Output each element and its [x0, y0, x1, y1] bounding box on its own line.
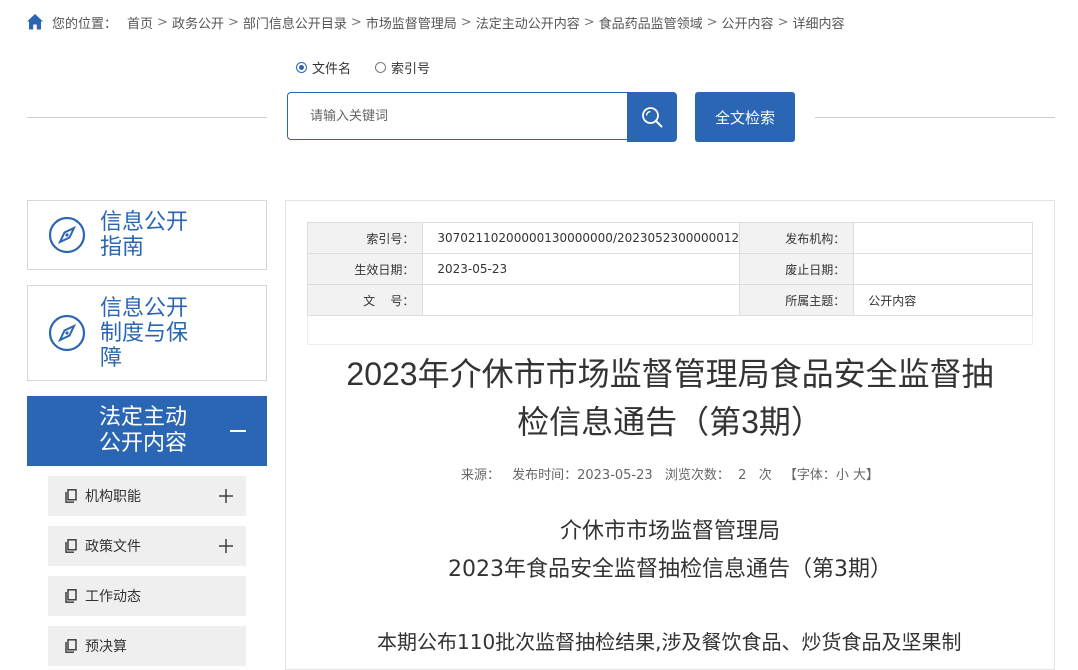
article-body-first-line: 本期公布110批次监督抽检结果,涉及餐饮食品、炒货食品及坚果制	[377, 630, 962, 654]
sub-item-policy-label: 政策文件	[85, 539, 141, 555]
radio-filename-dot[interactable]	[296, 62, 307, 73]
sidebar-item-system-line1: 信息公开	[100, 295, 189, 321]
article-title-line1: 2023年介休市市场监督管理局食品安全监督抽	[346, 356, 994, 392]
expand-plus-icon[interactable]	[219, 489, 233, 503]
radio-filename-label: 文件名	[312, 62, 352, 77]
breadcrumb-market-bureau[interactable]: 市场监督管理局	[366, 13, 457, 32]
breadcrumb-gov-affairs[interactable]: 政务公开	[172, 13, 224, 32]
sidebar-item-statutory-active[interactable]: 法定主动 公开内容	[27, 396, 267, 466]
radio-index-no[interactable]: 索引号	[375, 58, 430, 77]
article-views: 浏览次数： 2 次	[664, 468, 772, 483]
meta-row: 生效日期： 2023-05-23 废止日期：	[306, 253, 1033, 285]
home-icon	[27, 14, 43, 30]
sidebar-item-guide[interactable]: 信息公开 指南	[27, 200, 267, 270]
sidebar-item-system-line3: 障	[100, 345, 123, 371]
meta-value-expiry	[853, 253, 1033, 285]
collapse-icon[interactable]	[230, 430, 246, 432]
sidebar-item-guide-label: 信息公开 指南	[100, 210, 188, 260]
sidebar-item-system-line2: 制度与保	[100, 320, 189, 346]
meta-key-index: 索引号：	[306, 222, 424, 254]
sub-item-policy[interactable]: 政策文件	[48, 526, 246, 566]
radio-index-no-label: 索引号	[391, 62, 431, 77]
breadcrumb-separator: >	[227, 14, 239, 30]
document-icon	[65, 539, 77, 553]
search-input[interactable]	[308, 93, 612, 139]
document-icon	[65, 589, 77, 603]
sidebar-item-statutory-line2: 公开内容	[99, 431, 188, 456]
breadcrumb-dept-catalog[interactable]: 部门信息公开目录	[243, 13, 347, 32]
sub-item-budget[interactable]: 预决算	[48, 626, 246, 666]
sub-item-work-news-label: 工作动态	[85, 589, 141, 605]
breadcrumb-food-drug[interactable]: 食品药品监管领域	[599, 13, 703, 32]
breadcrumb-label: 您的位置：	[52, 16, 118, 32]
fulltext-search-button[interactable]: 全文检索	[695, 92, 795, 142]
search-button[interactable]	[627, 92, 677, 142]
search-box	[287, 92, 627, 140]
divider-right	[815, 117, 1055, 118]
breadcrumb-separator: >	[777, 14, 789, 30]
meta-key-publisher: 发布机构：	[739, 222, 855, 254]
divider-left	[27, 117, 267, 118]
breadcrumb-public-content[interactable]: 公开内容	[722, 13, 774, 32]
breadcrumb: 您的位置： 首页 > 政务公开 > 部门信息公开目录 > 市场监督管理局 > 法…	[26, 12, 844, 32]
meta-key-topic: 所属主题：	[739, 284, 855, 316]
radio-index-no-dot[interactable]	[375, 62, 387, 73]
meta-table: 索引号： 30702110200000130000000/20230523000…	[306, 222, 1033, 316]
meta-row: 索引号： 30702110200000130000000/20230523000…	[306, 222, 1033, 254]
article-source: 来源：	[460, 468, 500, 483]
expand-plus-icon[interactable]	[219, 539, 233, 553]
sidebar-item-guide-line2: 指南	[100, 235, 145, 260]
article-title-line2: 检信息通告（第3期）	[517, 404, 823, 440]
meta-key-expiry: 废止日期：	[739, 253, 855, 285]
meta-value-effective: 2023-05-23	[422, 253, 741, 285]
search-icon	[642, 107, 663, 128]
search-type-group: 文件名 索引号	[296, 58, 454, 77]
font-size-toggle[interactable]: 【字体：小 大】	[784, 468, 879, 483]
breadcrumb-statutory[interactable]: 法定主动公开内容	[476, 13, 580, 32]
meta-value-docno	[422, 284, 741, 316]
sidebar-item-statutory-label: 法定主动 公开内容	[99, 405, 187, 457]
compass-icon	[48, 314, 86, 352]
sidebar-item-statutory-line1: 法定主动	[99, 405, 188, 430]
breadcrumb-separator: >	[706, 14, 718, 30]
breadcrumb-separator: >	[157, 14, 168, 30]
breadcrumb-separator: >	[460, 14, 472, 30]
sub-item-budget-label: 预决算	[85, 639, 127, 655]
article-title: 2023年介休市市场监督管理局食品安全监督抽 检信息通告（第3期）	[307, 350, 1033, 446]
breadcrumb-separator: >	[583, 14, 595, 30]
sidebar-item-guide-line1: 信息公开	[100, 210, 189, 235]
document-icon	[65, 489, 77, 503]
article-subtitle-notice: 2023年食品安全监督抽检信息通告（第3期）	[448, 557, 892, 582]
sub-item-work-news[interactable]: 工作动态	[48, 576, 246, 616]
breadcrumb-home[interactable]: 首页	[127, 13, 153, 32]
meta-value-publisher	[853, 222, 1033, 254]
sub-item-institution[interactable]: 机构职能	[48, 476, 246, 516]
breadcrumb-separator: >	[350, 14, 362, 30]
radio-filename[interactable]: 文件名	[296, 58, 351, 77]
sidebar-item-system-label: 信息公开 制度与保 障	[100, 296, 188, 371]
compass-icon	[48, 216, 86, 254]
meta-key-effective: 生效日期：	[306, 253, 424, 285]
meta-row: 文 号： 所属主题： 公开内容	[306, 284, 1033, 316]
article-subtitle-org: 介休市市场监督管理局	[559, 519, 780, 544]
meta-value-topic: 公开内容	[853, 284, 1033, 316]
meta-table-footer	[307, 315, 1033, 345]
article-info: 来源： 发布时间：2023-05-23 浏览次数： 2 次 【字体：小 大】	[307, 464, 1033, 483]
document-icon	[65, 639, 77, 653]
article-publish-time: 发布时间：2023-05-23	[512, 468, 653, 483]
breadcrumb-current: 详细内容	[792, 16, 845, 32]
meta-key-docno: 文 号：	[306, 284, 424, 316]
sub-item-institution-label: 机构职能	[85, 489, 141, 505]
meta-value-index: 30702110200000130000000/2023052300000012	[422, 222, 741, 254]
sidebar-item-system[interactable]: 信息公开 制度与保 障	[27, 285, 267, 381]
